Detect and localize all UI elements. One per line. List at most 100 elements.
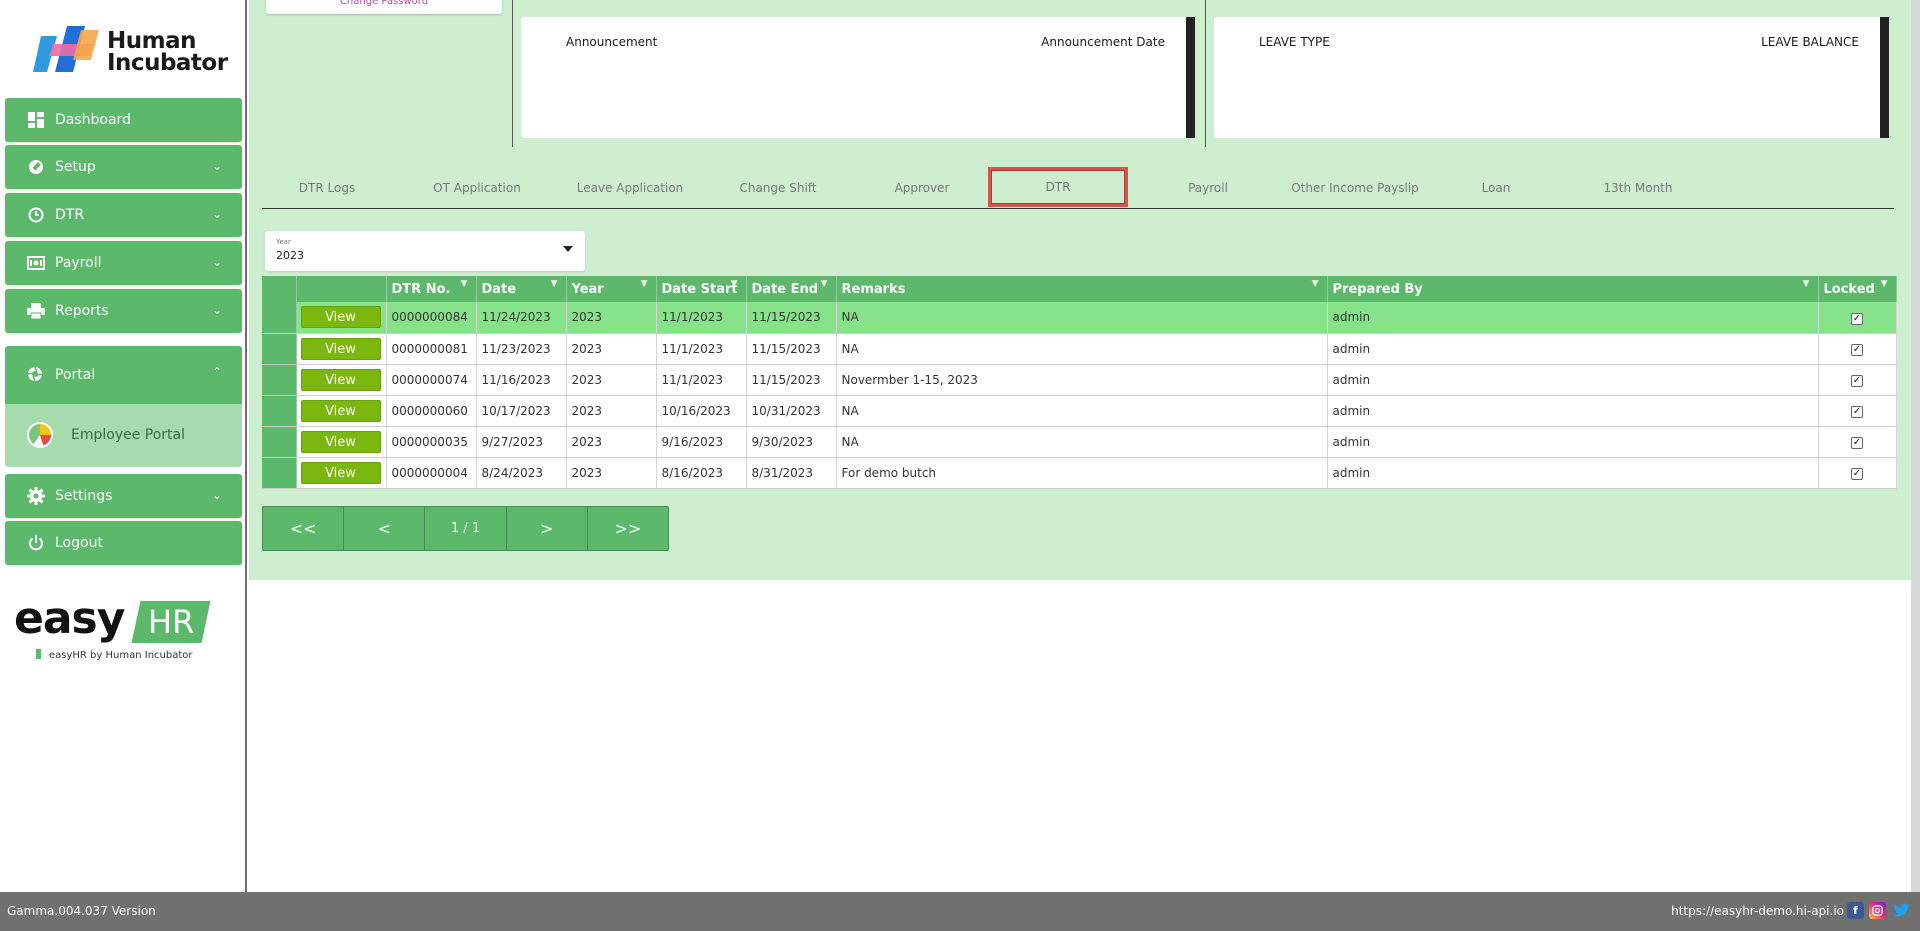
cell-year: 2023 [566, 302, 657, 334]
facebook-icon[interactable]: f [1847, 902, 1864, 919]
cell-date: 9/27/2023 [476, 426, 567, 458]
site-url[interactable]: https://easyhr-demo.hi-api.io [1671, 904, 1844, 918]
locked-checkbox[interactable]: ✓ [1851, 406, 1863, 418]
cell-prepared-by: admin [1327, 395, 1819, 427]
cell-date: 8/24/2023 [476, 457, 567, 489]
tab-other-income-payslip[interactable]: Other Income Payslip [1280, 167, 1430, 208]
clock-icon [27, 206, 45, 224]
cell-date-start: 9/16/2023 [656, 426, 747, 458]
header-year[interactable]: Year ▼ [566, 276, 657, 302]
table-row[interactable]: View 0000000004 8/24/2023 2023 8/16/2023… [262, 457, 1897, 489]
header-dtr-no[interactable]: DTR No. ▼ [386, 276, 477, 302]
cell-prepared-by: admin [1327, 457, 1819, 489]
sidebar-item-dashboard[interactable]: Dashboard [5, 98, 242, 142]
last-page-button[interactable]: >> [588, 507, 668, 550]
cell-date-start: 11/1/2023 [656, 302, 747, 334]
cell-prepared-by: admin [1327, 426, 1819, 458]
chevron-down-icon: ⌄ [211, 207, 222, 221]
header-prepared-by[interactable]: Prepared By ▼ [1327, 276, 1819, 302]
sidebar-item-settings[interactable]: Settings ⌄ [5, 474, 242, 518]
locked-checkbox[interactable]: ✓ [1851, 468, 1863, 480]
view-button[interactable]: View [300, 430, 381, 453]
cell-remarks: For demo butch [836, 457, 1328, 489]
view-button[interactable]: View [300, 461, 381, 484]
locked-checkbox[interactable]: ✓ [1851, 437, 1863, 449]
human-incubator-logo: Human Incubator [33, 24, 228, 80]
tab-dtr[interactable]: DTR [988, 167, 1128, 207]
header-date[interactable]: Date ▼ [476, 276, 567, 302]
table-row[interactable]: View 0000000074 11/16/2023 2023 11/1/202… [262, 364, 1897, 396]
tab-13th-month[interactable]: 13th Month [1568, 167, 1708, 208]
filter-icon[interactable]: ▼ [821, 279, 828, 289]
page-scrollbar[interactable] [1911, 0, 1920, 892]
filter-icon[interactable]: ▼ [461, 279, 468, 289]
printer-icon [27, 302, 45, 320]
header-stub [262, 276, 297, 302]
table-row[interactable]: View 0000000081 11/23/2023 2023 11/1/202… [262, 333, 1897, 365]
cell-date-start: 11/1/2023 [656, 364, 747, 396]
cell-dtr-no: 0000000074 [386, 364, 477, 396]
cell-date-end: 11/15/2023 [746, 302, 837, 334]
cell-dtr-no: 0000000081 [386, 333, 477, 365]
page-indicator: 1 / 1 [425, 507, 507, 550]
view-button[interactable]: View [300, 368, 381, 391]
card-scrollbar[interactable] [1880, 17, 1889, 138]
tab-change-shift[interactable]: Change Shift [708, 167, 848, 208]
sidebar-item-logout[interactable]: Logout [5, 521, 242, 565]
tab-approver[interactable]: Approver [852, 167, 992, 208]
cell-year: 2023 [566, 333, 657, 365]
cell-date-end: 11/15/2023 [746, 364, 837, 396]
tab-leave-application[interactable]: Leave Application [562, 167, 698, 208]
cell-date-start: 8/16/2023 [656, 457, 747, 489]
sidebar-item-setup[interactable]: Setup ⌄ [5, 145, 242, 189]
cell-date-start: 10/16/2023 [656, 395, 747, 427]
year-select[interactable]: Year 2023 [265, 231, 585, 271]
tab-ot-application[interactable]: OT Application [414, 167, 540, 208]
cell-date-end: 10/31/2023 [746, 395, 837, 427]
sidebar-item-label: Reports [55, 303, 109, 319]
filter-icon[interactable]: ▼ [641, 279, 648, 289]
header-date-start[interactable]: Date Start ▼ [656, 276, 747, 302]
prev-page-button[interactable]: < [344, 507, 426, 550]
table-row[interactable]: View 0000000060 10/17/2023 2023 10/16/20… [262, 395, 1897, 427]
cell-date: 11/23/2023 [476, 333, 567, 365]
filter-icon[interactable]: ▼ [1312, 279, 1319, 289]
view-button[interactable]: View [300, 399, 381, 422]
change-password-link[interactable]: Change Password [266, 0, 502, 14]
locked-checkbox[interactable]: ✓ [1851, 344, 1863, 356]
tab-payroll[interactable]: Payroll [1138, 167, 1278, 208]
table-row[interactable]: View 0000000084 11/24/2023 2023 11/1/202… [262, 302, 1897, 334]
header-remarks[interactable]: Remarks ▼ [836, 276, 1328, 302]
cell-remarks: NA [836, 395, 1328, 427]
year-select-value: 2023 [276, 249, 304, 262]
twitter-icon[interactable] [1893, 902, 1910, 919]
leave-balance-header: LEAVE BALANCE [1761, 35, 1859, 49]
next-page-button[interactable]: > [507, 507, 588, 550]
locked-checkbox[interactable]: ✓ [1851, 312, 1863, 325]
chevron-down-icon: ⌄ [211, 255, 222, 269]
instagram-icon[interactable] [1869, 902, 1886, 919]
tab-dtr-logs[interactable]: DTR Logs [272, 167, 382, 208]
filter-icon[interactable]: ▼ [731, 279, 738, 289]
header-date-end[interactable]: Date End ▼ [746, 276, 837, 302]
view-button[interactable]: View [300, 306, 381, 329]
table-row[interactable]: View 0000000035 9/27/2023 2023 9/16/2023… [262, 426, 1897, 458]
view-button[interactable]: View [300, 337, 381, 360]
cell-year: 2023 [566, 395, 657, 427]
card-scrollbar[interactable] [1186, 17, 1195, 138]
first-page-button[interactable]: << [263, 507, 345, 550]
announcement-date-header: Announcement Date [1041, 35, 1165, 49]
sidebar-item-dtr[interactable]: DTR ⌄ [5, 193, 242, 237]
sidebar-item-reports[interactable]: Reports ⌄ [5, 289, 242, 333]
filter-icon[interactable]: ▼ [1803, 279, 1810, 289]
header-locked[interactable]: Locked ▼ [1818, 276, 1897, 302]
filter-icon[interactable]: ▼ [1881, 279, 1888, 289]
sidebar-item-payroll[interactable]: Payroll ⌄ [5, 241, 242, 285]
sidebar-subitem-employee-portal[interactable]: Employee Portal [27, 419, 185, 451]
tab-loan[interactable]: Loan [1426, 167, 1566, 208]
sidebar-item-portal[interactable]: Portal ⌃ [5, 346, 242, 404]
locked-checkbox[interactable]: ✓ [1851, 375, 1863, 387]
header-actions [296, 276, 387, 302]
filter-icon[interactable]: ▼ [551, 279, 558, 289]
cell-remarks: Novermber 1-15, 2023 [836, 364, 1328, 396]
